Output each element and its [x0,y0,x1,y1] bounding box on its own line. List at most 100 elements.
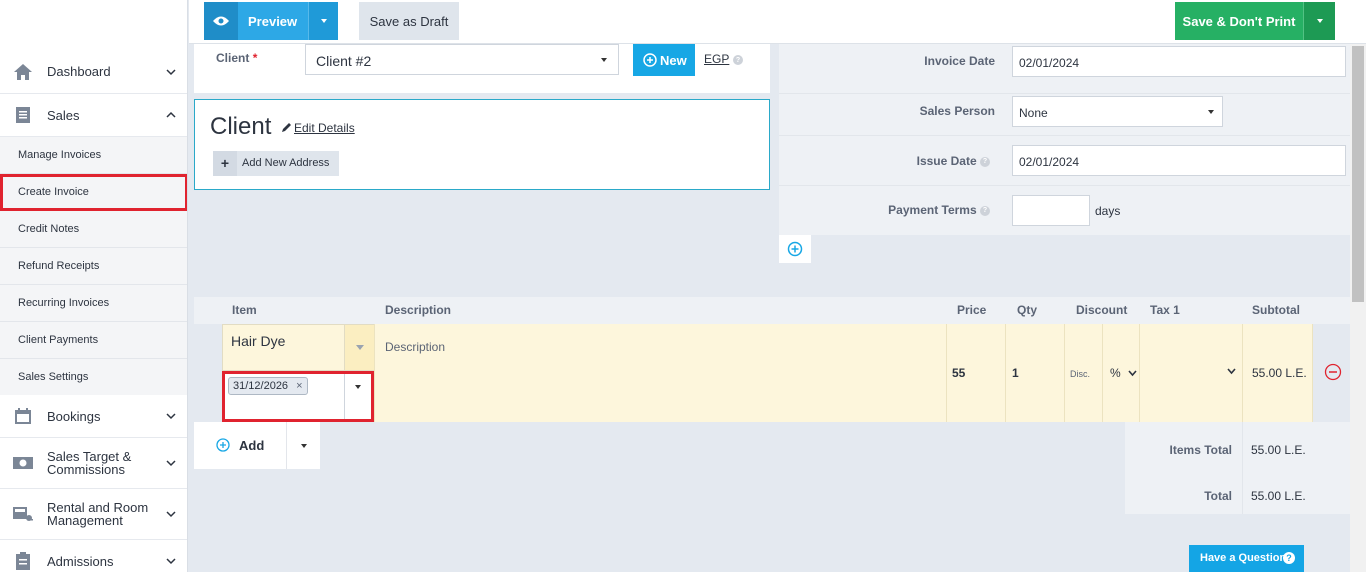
plus-icon: + [213,151,237,176]
chevron-down-icon [166,558,176,565]
payment-terms-label: Payment Terms ? [888,203,990,217]
invoice-date-input[interactable]: 02/01/2024 [1012,46,1346,77]
add-item-button[interactable]: Add [194,422,286,469]
question-icon: ? [1283,552,1295,564]
submenu-client-payments[interactable]: Client Payments [0,322,187,359]
items-table-header: Item Description Price Qty Discount Tax … [194,297,1350,324]
eye-icon [204,2,238,40]
item-dropdown-button[interactable] [344,325,374,370]
edit-details-link[interactable]: Edit Details [294,121,355,135]
total-label: Total [1204,489,1232,503]
issue-date-label: Issue Date ? [917,154,990,168]
sales-person-label: Sales Person [919,104,995,118]
save-dropdown-button[interactable] [1303,2,1335,40]
help-icon: ? [980,205,990,216]
client-select[interactable]: Client #2 [305,44,619,75]
submenu-recurring-invoices[interactable]: Recurring Invoices [0,285,187,322]
help-icon: ? [980,156,990,167]
payment-terms-row: Payment Terms ? days [779,186,1350,235]
chevron-down-icon [166,460,176,467]
client-label: Client * [216,51,258,65]
currency-link[interactable]: EGP [704,52,729,66]
money-icon [12,453,34,473]
sidebar-item-sales[interactable]: Sales [0,94,187,137]
payment-terms-unit: days [1095,204,1121,218]
have-a-question-button[interactable]: Have a Question ? [1189,545,1304,572]
rental-icon [12,504,34,524]
lot-dropdown-button[interactable] [344,374,371,419]
sidebar-item-bookings[interactable]: Bookings [0,395,187,438]
invoice-date-label: Invoice Date [924,54,995,68]
remove-row-icon[interactable] [1324,363,1342,381]
save-draft-button[interactable]: Save as Draft [359,2,459,40]
scrollbar-thumb[interactable] [1352,46,1364,302]
pencil-icon [282,123,291,132]
sidebar-item-dashboard[interactable]: Dashboard [0,50,187,94]
invoice-meta-panel: Invoice Date 02/01/2024 Sales Person Non… [779,44,1350,235]
items-total-value: 55.00 L.E. [1251,443,1306,457]
plus-circle-icon [643,53,657,67]
qty-input[interactable]: 1 [1012,366,1019,380]
preview-button[interactable]: Preview [204,2,308,40]
sales-person-row: Sales Person None [779,86,1350,136]
issue-date-row: Issue Date ? 02/01/2024 [779,136,1350,186]
sidebar-item-label: Commissions [47,462,126,477]
chevron-up-icon [166,111,176,118]
new-client-button[interactable]: New [633,44,695,76]
sales-person-select[interactable]: None [1012,96,1223,127]
chevron-down-icon [166,68,176,75]
header-subtotal: Subtotal [1252,303,1300,317]
save-dont-print-button[interactable]: Save & Don't Print [1175,2,1303,40]
header-description: Description [385,303,452,317]
home-icon [12,62,34,82]
payment-terms-input[interactable] [1012,195,1090,226]
chevron-down-icon [1227,368,1236,375]
chevron-down-icon [1128,370,1137,377]
lot-date-tag: 31/12/2026 × [228,377,308,395]
sidebar-item-label: Bookings [47,408,101,424]
remove-tag-icon[interactable]: × [296,380,302,392]
discount-type-select[interactable]: % [1110,366,1137,380]
total-value: 55.00 L.E. [1251,489,1306,503]
caret-down-icon [1316,19,1323,23]
description-input[interactable]: Description [385,340,445,354]
caret-down-icon [301,444,307,448]
help-icon[interactable]: ? [733,55,743,65]
lot-date-select[interactable]: 31/12/2026 × [222,371,374,422]
submenu-create-invoice[interactable]: Create Invoice [0,174,187,211]
header-item: Item [232,303,257,317]
issue-date-input[interactable]: 02/01/2024 [1012,145,1346,176]
client-details-card [194,99,770,190]
caret-down-icon [601,58,607,62]
preview-dropdown-button[interactable] [308,2,338,40]
sales-submenu: Manage Invoices Create Invoice Credit No… [0,137,187,396]
tax1-select[interactable] [1140,324,1242,422]
sidebar-item-label: Admissions [47,553,114,569]
header-qty: Qty [1017,303,1038,317]
add-item-dropdown-button[interactable] [286,422,320,469]
caret-down-icon [356,345,364,350]
clipboard-icon [12,551,34,571]
submenu-credit-notes[interactable]: Credit Notes [0,211,187,248]
header-discount: Discount [1076,303,1128,317]
add-field-button[interactable] [779,235,811,263]
submenu-sales-settings[interactable]: Sales Settings [0,359,187,396]
header-tax1: Tax 1 [1150,303,1180,317]
item-select[interactable]: Hair Dye [222,324,374,371]
totals-panel: Items Total 55.00 L.E. Total 55.00 L.E. [1125,422,1350,514]
submenu-refund-receipts[interactable]: Refund Receipts [0,248,187,285]
add-address-button[interactable]: + Add New Address [213,151,339,176]
chevron-down-icon [166,511,176,518]
submenu-manage-invoices[interactable]: Manage Invoices [0,137,187,174]
caret-down-icon [320,19,327,23]
header-price: Price [957,303,987,317]
sidebar-item-rental[interactable]: Rental and Room Management [0,489,187,540]
sidebar-item-admissions[interactable]: Admissions [0,540,187,572]
chevron-down-icon [166,413,176,420]
client-card-title: Client [210,113,272,140]
sidebar-item-label: Management [47,513,123,528]
invoice-icon [12,105,34,125]
price-input[interactable]: 55 [952,366,965,380]
sidebar-item-sales-target[interactable]: Sales Target & Commissions [0,438,187,489]
discount-input[interactable]: Disc. [1070,369,1090,379]
